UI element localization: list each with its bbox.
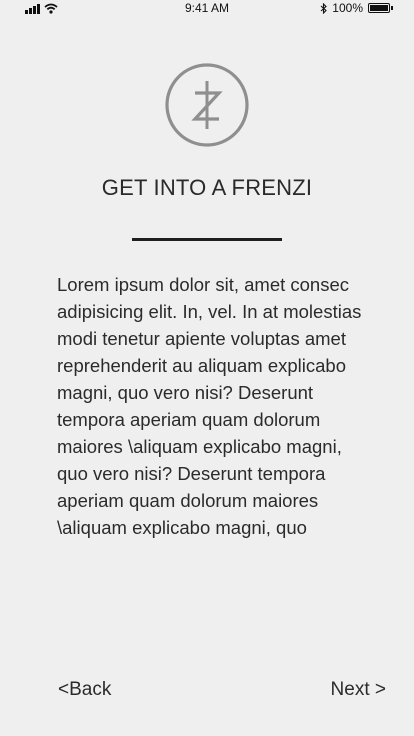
battery-icon (368, 3, 393, 13)
title-divider (132, 238, 282, 241)
status-bar: 9:41 AM 100% (0, 0, 414, 18)
back-button[interactable]: <Back (58, 679, 111, 701)
page-title: GET INTO A FRENZI (101, 175, 313, 200)
status-right: 100% (320, 1, 393, 15)
body-text: Lorem ipsum dolor sit, amet consec adipi… (57, 274, 362, 538)
frenzi-logo-icon (165, 63, 249, 147)
bluetooth-icon (320, 2, 328, 14)
next-button[interactable]: Next > (331, 679, 386, 701)
battery-percentage: 100% (332, 1, 363, 15)
battery-fill (370, 5, 388, 11)
